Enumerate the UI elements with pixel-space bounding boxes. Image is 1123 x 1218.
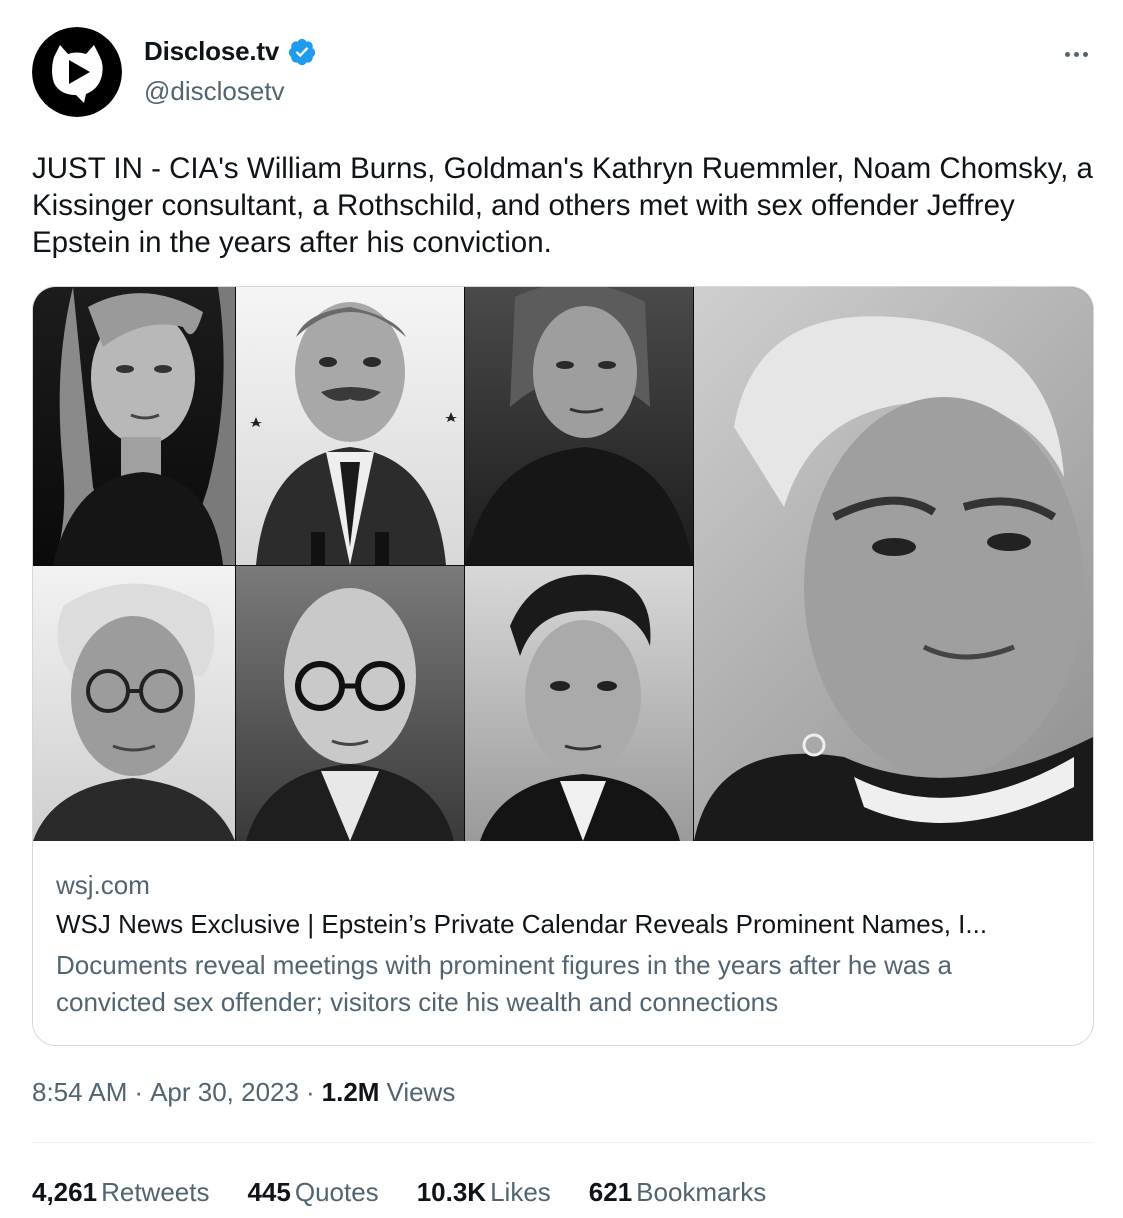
link-preview-card[interactable]: wsj.com WSJ News Exclusive | Epstein’s P… <box>32 286 1094 1046</box>
tweet-text: JUST IN - CIA's William Burns, Goldman's… <box>32 152 1093 259</box>
more-horizontal-icon <box>1082 51 1088 57</box>
views-label: Views <box>386 1077 456 1107</box>
portrait-bald-man-round-glasses <box>236 566 464 841</box>
bookmarks-label: Bookmarks <box>636 1177 767 1207</box>
views-count: 1.2M <box>321 1077 380 1107</box>
portrait-elderly-man-glasses <box>33 566 235 841</box>
author-name[interactable]: Disclose.tv <box>144 36 279 67</box>
bookmarks-count: 621 <box>588 1177 633 1207</box>
likes-label: Likes <box>490 1177 551 1207</box>
divider <box>32 1142 1094 1143</box>
likes-stat[interactable]: 10.3K Likes <box>417 1177 551 1208</box>
retweets-label: Retweets <box>101 1177 210 1207</box>
card-description: Documents reveal meetings with prominent… <box>56 950 952 1017</box>
card-domain: wsj.com <box>56 870 150 900</box>
tweet: Disclose.tv @disclosetv JUST IN - CIA's … <box>0 0 1123 1218</box>
author-name-row[interactable]: Disclose.tv <box>144 36 317 67</box>
portrait-woman-dark-hair <box>465 287 693 565</box>
card-title: WSJ News Exclusive | Epstein’s Private C… <box>56 909 988 939</box>
more-horizontal-icon <box>1064 51 1070 57</box>
tweet-date[interactable]: Apr 30, 2023 <box>150 1077 299 1108</box>
disclose-logo-icon <box>32 27 122 117</box>
likes-count: 10.3K <box>416 1177 487 1207</box>
card-details[interactable]: wsj.com WSJ News Exclusive | Epstein’s P… <box>33 842 1093 1045</box>
tweet-metadata: 8:54 AM · Apr 30, 2023 · 1.2M Views <box>32 1077 455 1108</box>
separator: · <box>134 1077 144 1107</box>
retweets-count: 4,261 <box>32 1177 98 1207</box>
avatar[interactable] <box>32 27 122 117</box>
portrait-man-suit-mustache <box>236 287 464 565</box>
quotes-count: 445 <box>247 1177 291 1207</box>
engagement-stats: 4,261 Retweets 445 Quotes 10.3K Likes 621 Bo… <box>32 1177 804 1208</box>
tweet-time[interactable]: 8:54 AM <box>32 1077 127 1108</box>
quotes-label: Quotes <box>294 1177 379 1207</box>
portrait-man-dark-hair <box>465 566 693 841</box>
more-options-button[interactable] <box>1059 40 1093 68</box>
verified-badge-icon <box>288 38 316 65</box>
portrait-large-man <box>694 287 1093 841</box>
quotes-stat[interactable]: 445 Quotes <box>247 1177 378 1208</box>
card-image[interactable] <box>33 287 1093 841</box>
portrait-woman-blonde <box>33 287 235 565</box>
author-handle[interactable]: @disclosetv <box>144 76 285 107</box>
bookmarks-stat[interactable]: 621 Bookmarks <box>589 1177 766 1208</box>
separator: · <box>305 1077 315 1107</box>
more-horizontal-icon <box>1073 51 1079 57</box>
retweets-stat[interactable]: 4,261 Retweets <box>32 1177 209 1208</box>
